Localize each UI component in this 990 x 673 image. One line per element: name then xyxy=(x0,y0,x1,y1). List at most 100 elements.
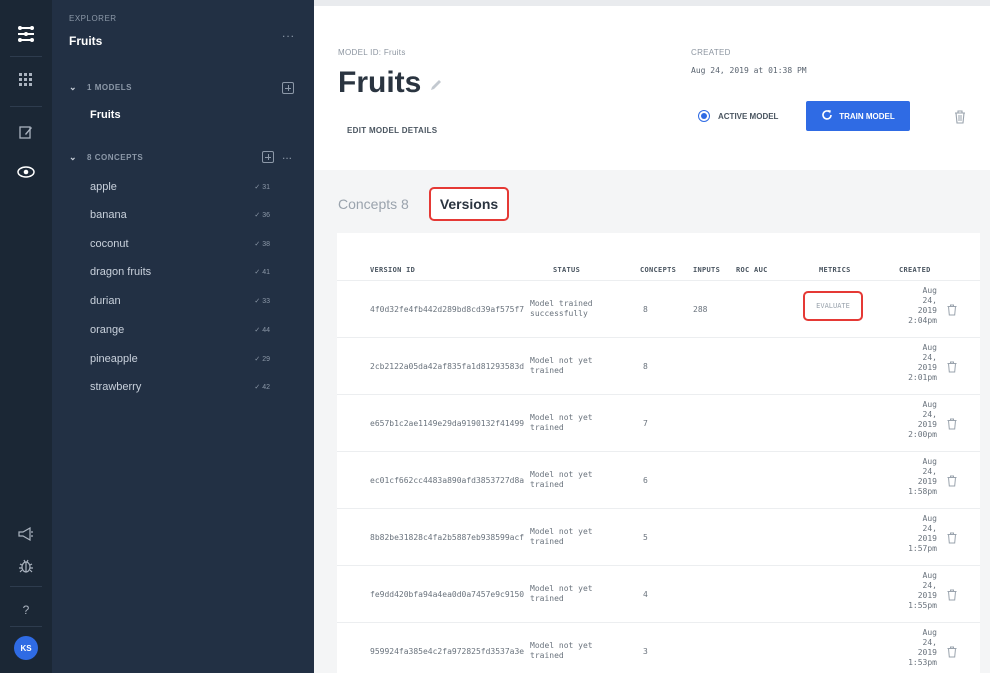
table-row[interactable]: ec01cf662cc4483a890afd3853727d8a Model n… xyxy=(337,451,980,508)
pencil-icon[interactable] xyxy=(429,66,443,100)
column-header: CONCEPTS xyxy=(640,266,677,274)
sidebar-item-concept[interactable]: banana ✓ 36 xyxy=(90,205,270,225)
icon-rail: ? KS xyxy=(0,0,52,673)
versions-table: VERSION ID STATUS CONCEPTS INPUTS ROC AU… xyxy=(337,233,980,673)
delete-version-icon[interactable] xyxy=(947,531,957,549)
concept-name: durian xyxy=(90,295,121,307)
table-row[interactable]: 2cb2122a05da42af835fa1d81293583d Model n… xyxy=(337,337,980,394)
models-section-toggle[interactable]: ⌄ 1 MODELS xyxy=(69,82,132,93)
table-row[interactable]: 4f0d32fe4fb442d289bd8cd39af575f7 Model t… xyxy=(337,280,980,337)
sidebar-item-concept[interactable]: durian ✓ 33 xyxy=(90,291,270,311)
edit-model-details-link[interactable]: EDIT MODEL DETAILS xyxy=(347,126,437,135)
column-header: STATUS xyxy=(553,266,581,274)
model-id-label: MODEL ID: Fruits xyxy=(338,48,406,57)
version-id: 2cb2122a05da42af835fa1d81293583d xyxy=(370,362,525,371)
delete-version-icon[interactable] xyxy=(947,303,957,321)
concept-count: ✓ 38 xyxy=(254,241,270,248)
delete-version-icon[interactable] xyxy=(947,645,957,663)
active-model-radio[interactable]: ACTIVE MODEL xyxy=(698,110,778,122)
version-status: Model not yet trained xyxy=(530,470,593,489)
concept-name: orange xyxy=(90,324,125,336)
sidebar-item-concept[interactable]: coconut ✓ 38 xyxy=(90,234,270,254)
concept-name: apple xyxy=(90,181,117,193)
apps-grid-icon[interactable] xyxy=(16,70,36,90)
app-logo-icon[interactable] xyxy=(16,24,36,44)
main-content: MODEL ID: Fruits Fruits EDIT MODEL DETAI… xyxy=(314,0,990,673)
models-header: 1 MODELS xyxy=(87,83,132,92)
delete-version-icon[interactable] xyxy=(947,588,957,606)
chevron-down-icon: ⌄ xyxy=(69,152,78,162)
delete-version-icon[interactable] xyxy=(947,360,957,378)
bug-icon[interactable] xyxy=(16,556,36,576)
version-status: Model not yet trained xyxy=(530,413,593,432)
chevron-down-icon: ⌄ xyxy=(69,82,78,92)
version-id: 8b82be31828c4fa2b5887eb938599acf xyxy=(370,533,525,542)
column-header: CREATED xyxy=(899,266,931,274)
explorer-label: EXPLORER xyxy=(69,14,117,23)
column-header: INPUTS xyxy=(693,266,721,274)
concept-name: coconut xyxy=(90,238,129,250)
delete-version-icon[interactable] xyxy=(947,417,957,435)
version-id: ec01cf662cc4483a890afd3853727d8a xyxy=(370,476,525,485)
version-concepts: 5 xyxy=(643,533,648,542)
concept-name: dragon fruits xyxy=(90,266,152,278)
version-created: Aug 24, 2019 1:58pm xyxy=(908,457,937,496)
edit-icon[interactable] xyxy=(16,122,36,142)
concepts-header: 8 CONCEPTS xyxy=(87,153,144,162)
explorer-sidebar: EXPLORER Fruits ... ⌄ 1 MODELS Fruits ⌄ … xyxy=(52,0,314,673)
version-id: 4f0d32fe4fb442d289bd8cd39af575f7 xyxy=(370,305,525,314)
version-status: Model not yet trained xyxy=(530,584,593,603)
sidebar-item-concept[interactable]: strawberry ✓ 42 xyxy=(90,377,270,397)
explorer-title: Fruits xyxy=(69,34,103,48)
concept-name: pineapple xyxy=(90,353,138,365)
column-header: VERSION ID xyxy=(370,266,416,274)
version-concepts: 6 xyxy=(643,476,648,485)
delete-version-icon[interactable] xyxy=(947,474,957,492)
version-status: Model trained successfully xyxy=(530,299,593,318)
version-inputs: 288 xyxy=(693,305,708,314)
version-created: Aug 24, 2019 1:53pm xyxy=(908,628,937,667)
model-title-text: Fruits xyxy=(338,66,422,99)
sidebar-item-concept[interactable]: pineapple ✓ 29 xyxy=(90,349,270,369)
version-created: Aug 24, 2019 2:04pm xyxy=(908,286,937,325)
version-id: fe9dd420bfa94a4ea0d0a7457e9c9150 xyxy=(370,590,525,599)
version-concepts: 4 xyxy=(643,590,648,599)
add-concept-icon[interactable] xyxy=(262,151,274,163)
help-icon[interactable]: ? xyxy=(16,600,36,620)
table-row[interactable]: fe9dd420bfa94a4ea0d0a7457e9c9150 Model n… xyxy=(337,565,980,622)
version-created: Aug 24, 2019 1:57pm xyxy=(908,514,937,553)
concept-name: strawberry xyxy=(90,381,142,393)
explorer-menu-icon[interactable]: ... xyxy=(282,26,295,40)
train-model-label: TRAIN MODEL xyxy=(839,111,895,121)
model-tabs: Concepts 8 Versions xyxy=(338,187,510,221)
tab-versions[interactable]: Versions xyxy=(428,187,510,221)
eye-icon[interactable] xyxy=(16,162,36,182)
concept-count: ✓ 36 xyxy=(254,212,270,219)
evaluate-button[interactable]: EVALUATE xyxy=(803,291,863,321)
tab-concepts[interactable]: Concepts 8 xyxy=(338,196,409,212)
concept-count: ✓ 31 xyxy=(254,184,270,191)
delete-model-icon[interactable] xyxy=(954,110,966,129)
add-model-icon[interactable] xyxy=(282,82,294,94)
column-header: ROC AUC xyxy=(736,266,768,274)
version-status: Model not yet trained xyxy=(530,641,593,660)
announcement-icon[interactable] xyxy=(16,524,36,544)
version-id: e657b1c2ae1149e29da9190132f41499 xyxy=(370,419,525,428)
version-created: Aug 24, 2019 2:01pm xyxy=(908,343,937,382)
concepts-section-toggle[interactable]: ⌄ 8 CONCEPTS xyxy=(69,152,143,163)
concept-count: ✓ 42 xyxy=(254,384,270,391)
sidebar-item-concept[interactable]: apple ✓ 31 xyxy=(90,177,270,197)
table-row[interactable]: 959924fa385e4c2fa972825fd3537a3e Model n… xyxy=(337,622,980,673)
train-model-button[interactable]: TRAIN MODEL xyxy=(806,101,910,131)
version-concepts: 8 xyxy=(643,362,648,371)
table-row[interactable]: 8b82be31828c4fa2b5887eb938599acf Model n… xyxy=(337,508,980,565)
radio-selected-icon xyxy=(698,110,710,122)
sidebar-item-concept[interactable]: dragon fruits ✓ 41 xyxy=(90,262,270,282)
sidebar-item-model[interactable]: Fruits xyxy=(90,109,121,121)
sidebar-item-concept[interactable]: orange ✓ 44 xyxy=(90,320,270,340)
page-title: Fruits xyxy=(338,66,443,100)
table-row[interactable]: e657b1c2ae1149e29da9190132f41499 Model n… xyxy=(337,394,980,451)
concepts-menu-icon[interactable]: ... xyxy=(282,148,292,162)
avatar[interactable]: KS xyxy=(14,636,38,660)
version-status: Model not yet trained xyxy=(530,356,593,375)
